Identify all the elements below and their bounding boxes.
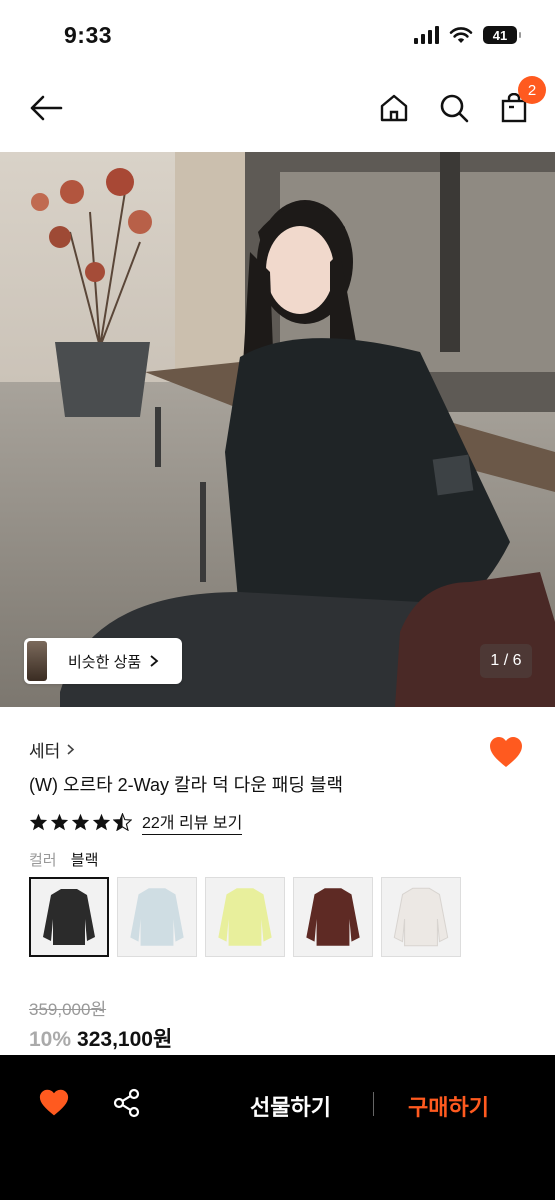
jacket-thumbnail [43,889,95,945]
swatch-brown[interactable] [293,877,373,957]
review-link[interactable]: 22개 리뷰 보기 [142,809,243,835]
divider [373,1092,374,1116]
chevron-right-icon [67,744,75,755]
share-icon[interactable] [112,1088,142,1118]
wishlist-heart-icon[interactable] [488,735,524,771]
jacket-thumbnail [393,887,449,947]
image-page-indicator: 1 / 6 [480,644,532,678]
similar-product-thumbnail [27,641,47,681]
category-link[interactable]: 세터 [29,737,75,762]
back-button[interactable] [28,90,64,126]
color-row: 컬러 블랙 [29,849,98,870]
similar-products-button[interactable]: 비슷한 상품 [24,638,182,684]
sale-price: 323,100원 [77,1028,173,1051]
swatch-black[interactable] [29,877,109,957]
jacket-thumbnail [130,888,184,946]
star-rating [29,813,132,831]
half-star-icon [113,813,132,831]
cart-count-badge: 2 [518,76,546,104]
swatch-yellow[interactable] [205,877,285,957]
cellular-signal-icon [414,26,439,44]
color-value: 블랙 [70,852,99,869]
swatch-ivory[interactable] [381,877,461,957]
star-icon [92,813,111,831]
product-photo [0,152,555,707]
product-title: (W) 오르타 2-Way 칼라 덕 다운 패딩 블랙 [29,775,344,795]
status-time: 9:33 [64,22,113,48]
jacket-thumbnail [306,888,360,946]
chevron-right-icon [150,655,159,667]
battery-icon: 41 [483,26,521,44]
star-icon [50,813,69,831]
home-button[interactable] [376,90,412,126]
jacket-thumbnail [218,888,272,946]
star-icon [71,813,90,831]
nav-bar: 2 [0,70,555,150]
product-image-gallery[interactable]: 비슷한 상품 1 / 6 [0,152,555,707]
similar-products-label: 비슷한 상품 [68,653,142,671]
category-label: 세터 [29,742,61,761]
discount-rate: 10% [29,1028,72,1051]
cart-button[interactable]: 2 [496,76,546,126]
color-swatches [29,877,461,957]
bottom-action-bar: 선물하기 구매하기 [0,1055,555,1200]
search-button[interactable] [436,90,472,126]
status-icons: 41 [414,26,521,44]
home-icon [380,94,408,122]
battery-level: 41 [492,27,508,43]
gift-button[interactable]: 선물하기 [250,1090,331,1122]
swatch-light-blue[interactable] [117,877,197,957]
star-icon [29,813,48,831]
status-bar: 9:33 41 [0,0,555,70]
rating-row: 22개 리뷰 보기 [29,809,243,835]
back-arrow-icon [30,95,63,121]
buy-button[interactable]: 구매하기 [408,1090,489,1122]
wishlist-heart-icon[interactable] [38,1088,70,1118]
original-price: 359,000원 [29,1000,107,1019]
wifi-icon [449,27,473,43]
color-label: 컬러 [29,852,57,869]
price-row: 10% 323,100원 [29,1023,172,1053]
search-icon [440,94,469,123]
